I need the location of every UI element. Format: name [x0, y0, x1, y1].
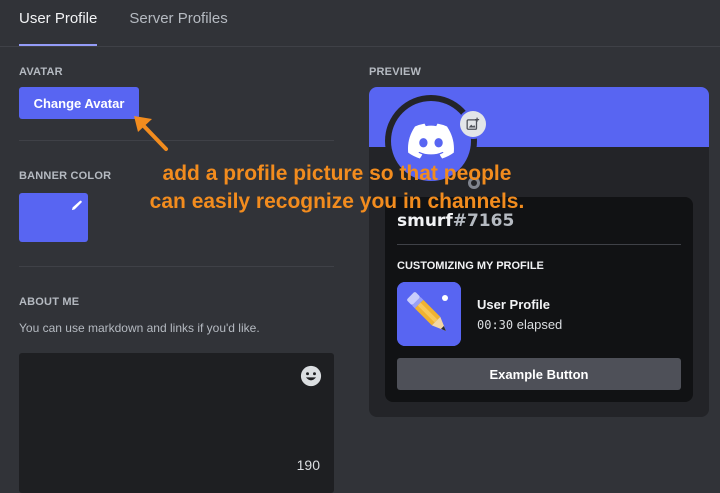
section-divider	[19, 140, 334, 141]
profile-tabs: User Profile Server Profiles	[19, 0, 228, 46]
about-me-section-label: ABOUT ME	[19, 296, 80, 308]
discord-logo-icon	[408, 123, 454, 159]
about-me-hint: You can use markdown and links if you'd …	[19, 321, 260, 335]
about-me-textarea[interactable]: 190	[19, 353, 334, 493]
annotation-line-1: add a profile picture so that people	[162, 162, 512, 185]
char-remaining-counter: 190	[296, 457, 320, 473]
add-image-icon[interactable]	[460, 111, 486, 137]
elapsed-time: 00:30	[477, 318, 514, 332]
elapsed-suffix: elapsed	[513, 317, 563, 332]
avatar-section-label: AVATAR	[19, 66, 63, 78]
change-avatar-button[interactable]: Change Avatar	[19, 87, 139, 119]
activity-elapsed: 00:30 elapsed	[477, 317, 562, 332]
activity-section-title: CUSTOMIZING MY PROFILE	[397, 260, 544, 272]
banner-color-section-label: BANNER COLOR	[19, 170, 112, 182]
tab-user-profile[interactable]: User Profile	[19, 0, 98, 46]
annotation-text: add a profile picture so that people can…	[112, 160, 562, 216]
activity-image	[397, 282, 461, 346]
activity-title: User Profile	[477, 297, 550, 312]
profile-preview-card: smurf#7165 CUSTOMIZING MY PROFILE User P…	[369, 87, 709, 417]
arrow-annotation-icon	[134, 116, 168, 151]
banner-color-swatch[interactable]	[19, 193, 88, 242]
details-divider	[397, 244, 681, 245]
pencil-icon	[71, 198, 82, 216]
tab-server-profiles[interactable]: Server Profiles	[129, 0, 227, 46]
tabs-divider	[0, 46, 720, 47]
profile-details-panel: smurf#7165 CUSTOMIZING MY PROFILE User P…	[385, 197, 693, 402]
preview-section-label: PREVIEW	[369, 66, 422, 78]
section-divider	[19, 266, 334, 267]
example-button[interactable]: Example Button	[397, 358, 681, 390]
pencil-illustration-icon	[397, 282, 461, 346]
annotation-line-2: can easily recognize you in channels.	[149, 190, 525, 213]
smiley-icon[interactable]	[300, 365, 322, 392]
